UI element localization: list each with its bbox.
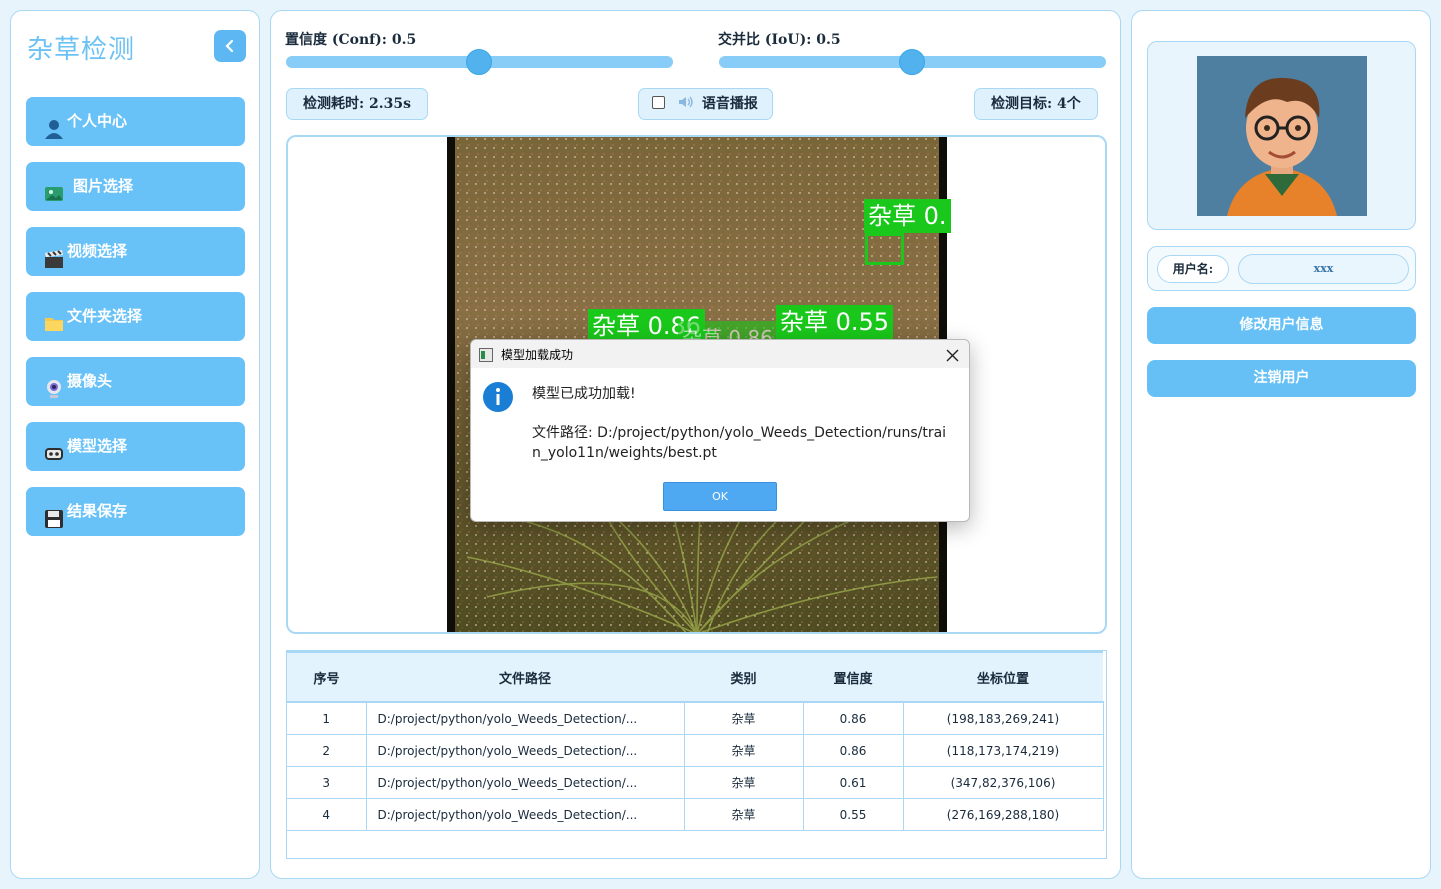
cell-path: D:/project/python/yolo_Weeds_Detection/.… xyxy=(366,766,685,799)
nav-label: 摄像头 xyxy=(67,372,113,390)
dialog-message: 模型已成功加载! xyxy=(532,386,636,402)
voice-checkbox[interactable] xyxy=(652,95,665,109)
nav-button-camera[interactable]: 摄像头 xyxy=(26,357,245,406)
table-row[interactable]: 1 D:/project/python/yolo_Weeds_Detection… xyxy=(287,702,1104,735)
floppy-icon xyxy=(44,500,64,528)
cell-class: 杂草 xyxy=(684,798,804,831)
cell-confidence: 0.86 xyxy=(803,734,904,767)
user-card: 用户名: xxx xyxy=(1147,246,1416,291)
dialog-titlebar[interactable]: 模型加载成功 xyxy=(471,340,969,368)
cell-confidence: 0.86 xyxy=(803,702,904,735)
cell-confidence: 0.55 xyxy=(803,798,904,831)
cell-index: 4 xyxy=(287,798,367,831)
nav-label: 图片选择 xyxy=(73,177,134,195)
iou-label: 交并比 (IoU): 0.5 xyxy=(718,32,841,48)
cell-class: 杂草 xyxy=(684,734,804,767)
nav-label: 结果保存 xyxy=(67,502,128,520)
conf-slider-thumb[interactable] xyxy=(466,49,492,75)
cell-path: D:/project/python/yolo_Weeds_Detection/.… xyxy=(366,702,685,735)
left-panel: 杂草检测 个人中心 图片选择 视频选择 文件夹选择 摄像头 模型选择 结果保存 xyxy=(10,10,260,879)
avatar-card xyxy=(1147,41,1416,230)
collapse-sidebar-button[interactable] xyxy=(214,30,246,62)
app-title: 杂草检测 xyxy=(27,35,136,65)
cell-path: D:/project/python/yolo_Weeds_Detection/.… xyxy=(366,798,685,831)
close-icon[interactable] xyxy=(946,347,959,366)
image-icon xyxy=(44,175,64,201)
cell-class: 杂草 xyxy=(684,702,804,735)
detection-box xyxy=(865,233,904,265)
cell-index: 1 xyxy=(287,702,367,735)
folder-icon xyxy=(44,305,64,331)
cell-coords: (118,173,174,219) xyxy=(903,734,1104,767)
cell-coords: (276,169,288,180) xyxy=(903,798,1104,831)
avatar[interactable] xyxy=(1197,56,1367,216)
window-icon xyxy=(479,347,493,366)
nav-button-folder[interactable]: 文件夹选择 xyxy=(26,292,245,341)
chevron-left-icon xyxy=(225,39,234,53)
results-table: 序号 文件路径 类别 置信度 坐标位置 1 D:/project/python/… xyxy=(286,650,1107,859)
cell-class: 杂草 xyxy=(684,766,804,799)
clapper-icon xyxy=(44,240,64,268)
webcam-icon xyxy=(44,370,64,398)
table-row[interactable]: 3 D:/project/python/yolo_Weeds_Detection… xyxy=(287,766,1104,799)
nav-button-profile[interactable]: 个人中心 xyxy=(26,97,245,146)
cell-index: 3 xyxy=(287,766,367,799)
column-header: 置信度 xyxy=(803,651,903,703)
voice-toggle[interactable]: 语音播报 xyxy=(638,88,773,120)
table-row[interactable]: 2 D:/project/python/yolo_Weeds_Detection… xyxy=(287,734,1104,767)
detection-label: 杂草 0.55 xyxy=(776,305,894,339)
nav-button-video[interactable]: 视频选择 xyxy=(26,227,245,276)
cell-coords: (198,183,269,241) xyxy=(903,702,1104,735)
nav-label: 文件夹选择 xyxy=(67,307,143,325)
edit-user-button[interactable]: 修改用户信息 xyxy=(1147,307,1416,344)
info-icon xyxy=(482,381,514,413)
iou-slider-thumb[interactable] xyxy=(899,49,925,75)
logout-button[interactable]: 注销用户 xyxy=(1147,360,1416,397)
column-header: 类别 xyxy=(684,651,803,703)
column-header: 序号 xyxy=(287,651,366,703)
nav-label: 视频选择 xyxy=(67,242,128,260)
nav-label: 个人中心 xyxy=(67,112,128,130)
dialog-title: 模型加载成功 xyxy=(501,348,574,362)
model-icon xyxy=(44,435,64,460)
cell-index: 2 xyxy=(287,734,367,767)
model-loaded-dialog: 模型加载成功 模型已成功加载! 文件路径: D:/project/python/… xyxy=(470,339,970,522)
ok-button[interactable]: OK xyxy=(663,482,777,511)
column-header: 坐标位置 xyxy=(903,651,1103,703)
table-header-row: 序号 文件路径 类别 置信度 坐标位置 xyxy=(287,651,1103,703)
column-header: 文件路径 xyxy=(366,651,684,703)
table-row[interactable]: 4 D:/project/python/yolo_Weeds_Detection… xyxy=(287,798,1104,831)
cell-path: D:/project/python/yolo_Weeds_Detection/.… xyxy=(366,734,685,767)
username-label: 用户名: xyxy=(1157,255,1229,283)
cell-confidence: 0.61 xyxy=(803,766,904,799)
nav-button-image[interactable]: 图片选择 xyxy=(26,162,245,211)
nav-button-model[interactable]: 模型选择 xyxy=(26,422,245,471)
cell-coords: (347,82,376,106) xyxy=(903,766,1104,799)
conf-label: 置信度 (Conf): 0.5 xyxy=(285,32,417,48)
detection-time-pill: 检测耗时: 2.35s xyxy=(286,88,429,120)
person-icon xyxy=(44,110,64,139)
detection-count-pill: 检测目标: 4个 xyxy=(974,88,1098,120)
nav-button-save[interactable]: 结果保存 xyxy=(26,487,245,536)
speaker-icon xyxy=(678,89,694,119)
voice-label: 语音播报 xyxy=(701,96,758,112)
username-value: xxx xyxy=(1238,254,1409,284)
nav-label: 模型选择 xyxy=(67,437,128,455)
right-panel: 用户名: xxx 修改用户信息 注销用户 xyxy=(1131,10,1431,879)
detection-label: 杂草 0. xyxy=(864,199,951,233)
dialog-path: 文件路径: D:/project/python/yolo_Weeds_Detec… xyxy=(532,425,947,461)
